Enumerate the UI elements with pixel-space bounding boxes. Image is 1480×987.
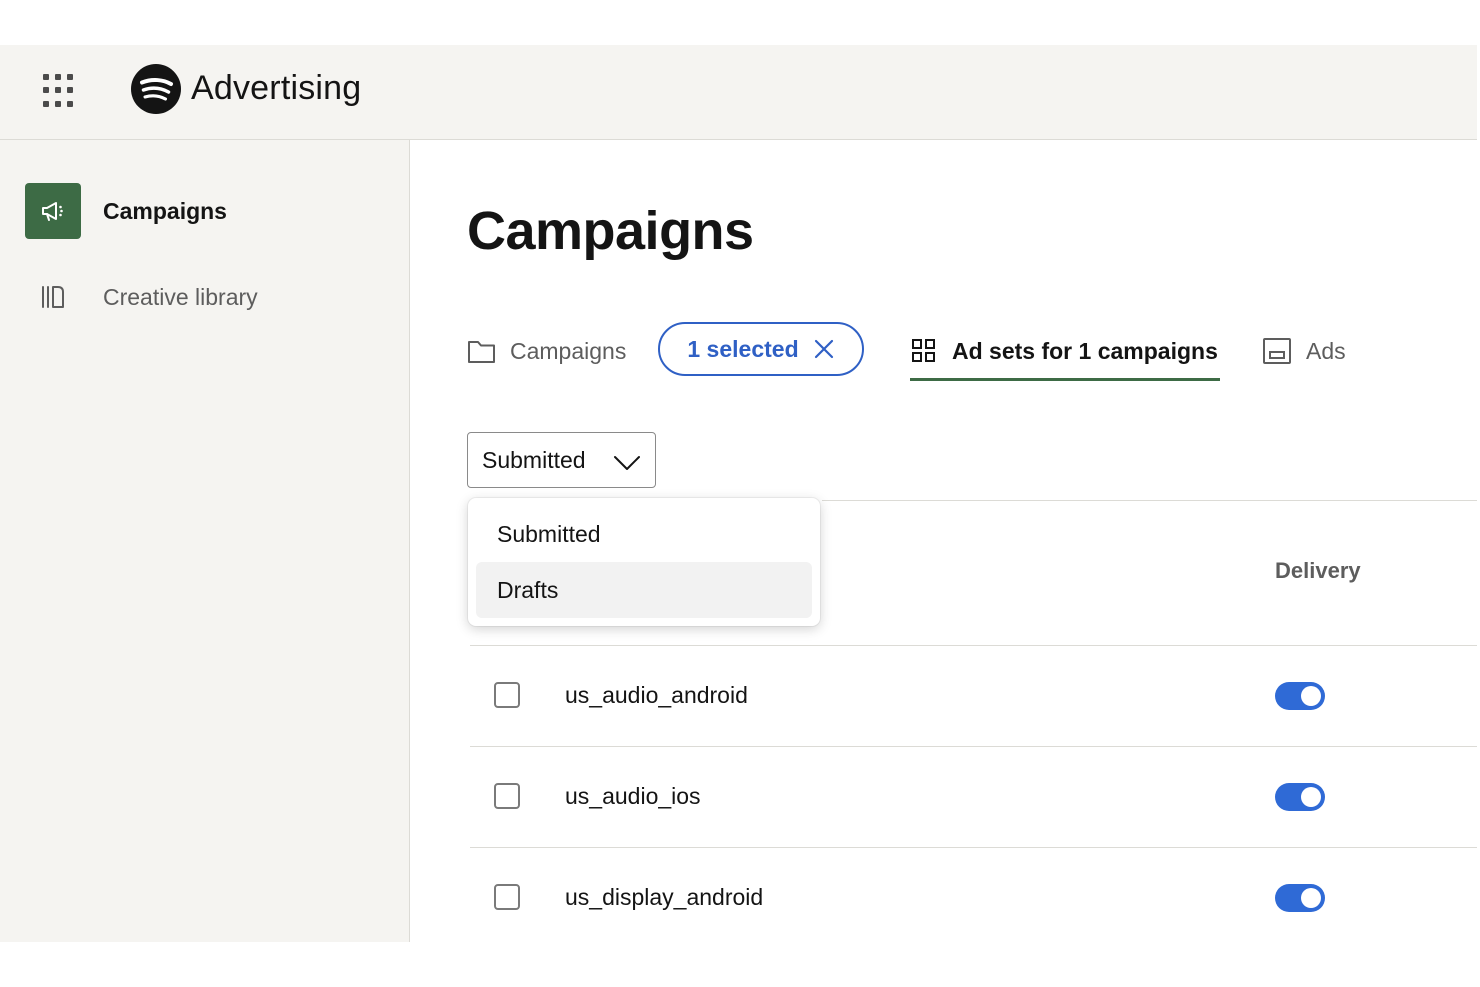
app-launcher-icon[interactable] (43, 74, 77, 108)
table-row[interactable]: us_audio_android (470, 646, 1477, 746)
ad-set-name[interactable]: us_display_android (565, 884, 763, 911)
chevron-down-icon (613, 451, 641, 478)
tab-ad-sets[interactable]: Ad sets for 1 campaigns (910, 331, 1218, 371)
row-checkbox[interactable] (494, 682, 520, 708)
column-header-delivery[interactable]: Delivery (1275, 558, 1361, 584)
sidebar-item-label: Campaigns (103, 197, 227, 224)
status-filter-menu: Submitted Drafts (468, 498, 820, 626)
sidebar-item-campaigns[interactable]: Campaigns (25, 183, 385, 239)
active-tab-indicator (910, 378, 1220, 381)
sidebar-item-creative-library[interactable]: Creative library (25, 269, 385, 325)
tab-ads[interactable]: Ads (1262, 331, 1346, 371)
close-icon[interactable] (813, 338, 835, 360)
delivery-toggle[interactable] (1275, 682, 1325, 710)
sidebar-item-label: Creative library (103, 283, 258, 310)
delivery-toggle[interactable] (1275, 783, 1325, 811)
toggle-knob (1301, 787, 1321, 807)
top-bar: Advertising (0, 45, 1477, 140)
status-filter-value: Submitted (482, 446, 586, 473)
tab-label: Campaigns (510, 337, 627, 364)
sidebar: Campaigns Creative library (0, 140, 410, 942)
menu-item-drafts[interactable]: Drafts (476, 562, 812, 618)
toggle-knob (1301, 888, 1321, 908)
row-checkbox[interactable] (494, 884, 520, 910)
grid-icon (910, 337, 938, 365)
spotify-logo-icon[interactable] (131, 64, 181, 114)
selection-chip-label: 1 selected (687, 335, 799, 362)
ad-set-name[interactable]: us_audio_android (565, 682, 748, 709)
tab-campaigns[interactable]: Campaigns (467, 331, 626, 371)
row-checkbox[interactable] (494, 783, 520, 809)
toggle-knob (1301, 686, 1321, 706)
brand-name: Advertising (191, 69, 362, 107)
folder-icon (467, 338, 496, 364)
tab-label: Ad sets for 1 campaigns (952, 337, 1218, 364)
table-row[interactable]: us_display_android (470, 848, 1477, 942)
table-row[interactable]: us_audio_ios (470, 747, 1477, 847)
page-title: Campaigns (467, 201, 754, 261)
menu-item-submitted[interactable]: Submitted (476, 506, 812, 562)
table-top-border (822, 500, 1477, 501)
ad-icon (1262, 337, 1292, 365)
tab-label: Ads (1306, 337, 1346, 364)
delivery-toggle[interactable] (1275, 884, 1325, 912)
app-window: Advertising Campaigns Creative library C… (0, 45, 1477, 942)
ad-set-name[interactable]: us_audio_ios (565, 783, 701, 810)
megaphone-icon (25, 183, 81, 239)
library-icon (25, 269, 81, 325)
status-filter-select[interactable]: Submitted (467, 432, 656, 488)
selection-chip[interactable]: 1 selected (658, 322, 864, 376)
